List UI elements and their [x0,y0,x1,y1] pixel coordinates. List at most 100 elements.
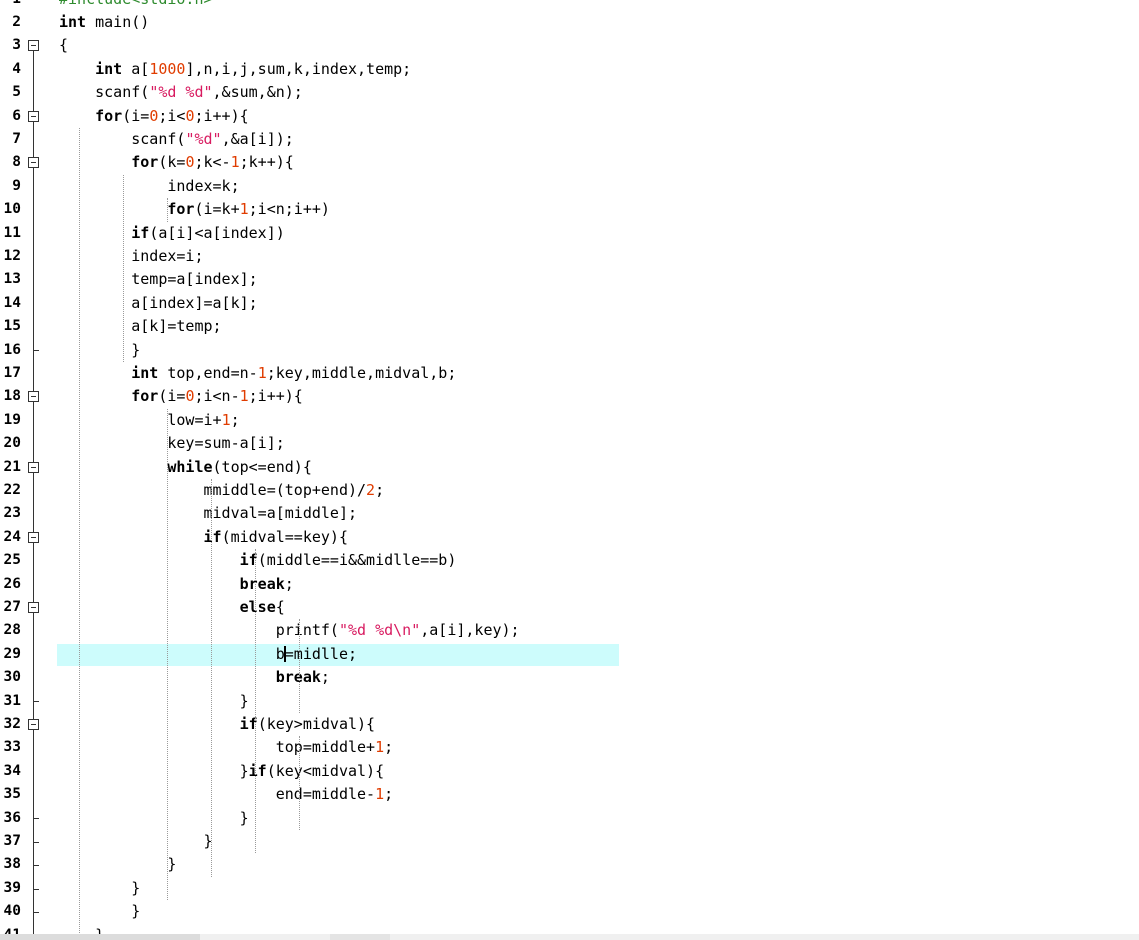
code-line[interactable]: a[k]=temp; [59,315,221,338]
code-token: b [59,644,285,663]
fold-collapse-icon[interactable] [28,461,39,473]
code-line[interactable]: mmiddle=(top+end)/2; [59,479,384,502]
code-line[interactable]: low=i+1; [59,409,239,432]
code-line[interactable]: if(key>midval){ [59,713,375,736]
code-token: (key<midval){ [266,761,385,780]
line-number: 38 [3,856,21,873]
code-line[interactable]: } [59,877,140,900]
fold-collapse-icon[interactable] [28,157,39,169]
code-editor[interactable]: 1234567891011121314151617181920212223242… [0,0,1139,940]
line-number: 13 [3,271,21,288]
keyword-token: for [131,387,159,406]
code-token: (middle==i&&midlle==b) [257,551,457,570]
fold-collapse-icon[interactable] [28,531,39,543]
code-line[interactable]: } [59,830,212,853]
number-token: 1 [375,785,385,804]
string-token: "%d %d\n" [338,621,421,640]
line-number: 6 [12,107,21,124]
line-number: 15 [3,318,21,335]
code-token: ;i<n;i++) [248,200,330,219]
code-token: ;i<n- [194,387,240,406]
code-line[interactable]: temp=a[index]; [59,268,257,291]
number-token: 1 [239,200,249,219]
code-token: ],n,i,j,sum,k,index,temp; [185,59,412,78]
code-line[interactable]: int top,end=n-1;key,middle,midval,b; [59,362,456,385]
code-line[interactable]: a[index]=a[k]; [59,292,257,315]
code-line[interactable]: } [59,853,176,876]
code-token: end=middle- [59,785,376,804]
fold-end-marker [33,888,39,890]
code-token: a[ [122,59,150,78]
code-token: index=i; [59,247,204,265]
fold-collapse-icon[interactable] [28,40,39,52]
line-number-gutter: 1234567891011121314151617181920212223242… [0,0,56,940]
code-line[interactable]: printf("%d %d\n",a[i],key); [59,619,520,642]
horizontal-scrollbar[interactable] [0,934,1139,940]
code-line[interactable]: int main() [59,11,149,34]
code-line[interactable]: break; [59,573,294,596]
code-line[interactable]: } [59,690,249,713]
code-line[interactable]: while(top<=end){ [59,456,312,479]
line-number: 19 [3,411,21,428]
number-token: 1 [257,364,267,382]
line-number: 8 [12,154,21,171]
code-token: index=k; [59,176,240,195]
code-token: } [59,761,249,780]
code-line[interactable]: if(midval==key){ [59,526,349,549]
code-line[interactable]: top=middle+1; [59,736,393,759]
code-line[interactable]: break; [59,666,330,689]
code-line[interactable]: if(a[i]<a[index]) [59,222,285,245]
fold-collapse-icon[interactable] [28,391,39,403]
line-number: 9 [12,177,21,194]
scrollbar-thumb[interactable] [0,934,200,940]
line-number: 33 [3,739,21,756]
code-line[interactable]: { [59,34,68,57]
code-line[interactable]: end=middle-1; [59,783,393,806]
code-line[interactable]: for(i=0;i<n-1;i++){ [59,385,303,408]
string-token: "%d %d" [149,83,213,102]
line-number: 17 [3,365,21,381]
fold-collapse-icon[interactable] [28,110,39,122]
fold-guide-line [33,46,34,940]
code-line[interactable]: index=i; [59,245,204,268]
scrollbar-track-segment [330,934,390,940]
code-line[interactable]: #include<stdio.h> [59,0,213,11]
code-line[interactable]: for(k=0;k<-1;k++){ [59,151,294,174]
code-line[interactable]: } [59,339,140,362]
code-token: ;i++){ [194,106,249,125]
code-line[interactable]: } [59,900,140,923]
code-line[interactable]: index=k; [59,175,240,198]
code-line[interactable]: if(middle==i&&midlle==b) [59,549,457,572]
code-token: ; [384,785,394,804]
code-line[interactable]: scanf("%d %d",&sum,&n); [59,81,303,104]
code-line[interactable]: } [59,807,249,830]
code-token: ,&a[i]); [221,130,294,148]
code-token: } [59,340,141,359]
number-token: 1 [221,410,231,429]
code-line[interactable]: midval=a[middle]; [59,502,357,525]
indent-guide [122,174,124,362]
code-line[interactable]: else{ [59,596,285,619]
code-token: =midlle; [284,644,358,663]
code-line[interactable]: key=sum-a[i]; [59,432,284,455]
keyword-token: int [95,59,123,78]
line-number: 14 [3,294,21,311]
keyword-token: else [239,598,276,616]
code-token: low=i+ [59,410,222,429]
code-line[interactable]: for(i=0;i<0;i++){ [59,105,249,128]
fold-collapse-icon[interactable] [28,602,39,613]
code-line[interactable]: int a[1000],n,i,j,sum,k,index,temp; [59,58,411,81]
code-line[interactable]: }if(key<midval){ [59,760,385,783]
code-token: (i=k+ [194,200,240,219]
code-line[interactable]: for(i=k+1;i<n;i++) [59,198,330,221]
code-line[interactable]: b=midlle; [59,643,357,666]
fold-end-marker [33,865,39,867]
fold-collapse-icon[interactable] [28,719,39,730]
code-line[interactable]: scanf("%d",&a[i]); [59,128,294,151]
